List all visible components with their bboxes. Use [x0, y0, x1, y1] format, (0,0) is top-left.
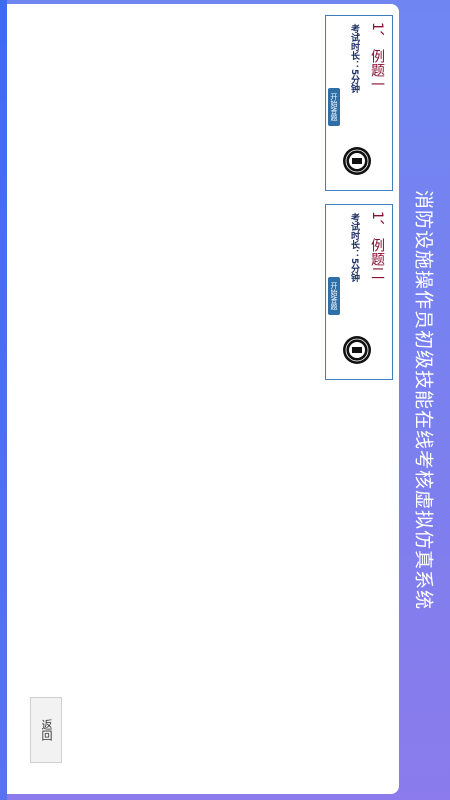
exam-card-1[interactable]: 1、 例题一 考试时长：5分钟 开始答题: [325, 15, 393, 191]
exam-title: 1、 例题二: [369, 211, 385, 281]
seal-stamp-icon: [343, 147, 371, 175]
seal-stamp-icon: [343, 336, 371, 364]
start-exam-button[interactable]: 开始答题: [328, 277, 340, 315]
exam-card-2[interactable]: 1、 例题二 考试时长：5分钟 开始答题: [325, 204, 393, 380]
exam-title: 1、 例题一: [369, 22, 385, 92]
left-edge-bar: [0, 0, 7, 800]
start-exam-button[interactable]: 开始答题: [328, 88, 340, 126]
exam-duration: 考试时长：5分钟: [349, 213, 359, 283]
back-label: 返回: [40, 719, 53, 741]
exam-duration: 考试时长：5分钟: [349, 24, 359, 94]
back-button[interactable]: 返回: [30, 697, 62, 763]
page-title: 消防设施操作员初级技能在线考核虚拟仿真系统: [412, 189, 435, 611]
title-bar: 消防设施操作员初级技能在线考核虚拟仿真系统: [400, 0, 450, 800]
start-exam-label: 开始答题: [330, 282, 338, 310]
main-panel: 1、 例题一 考试时长：5分钟 开始答题 1、 例题二 考试时长：5分钟 开始答…: [7, 4, 399, 794]
start-exam-label: 开始答题: [330, 93, 338, 121]
